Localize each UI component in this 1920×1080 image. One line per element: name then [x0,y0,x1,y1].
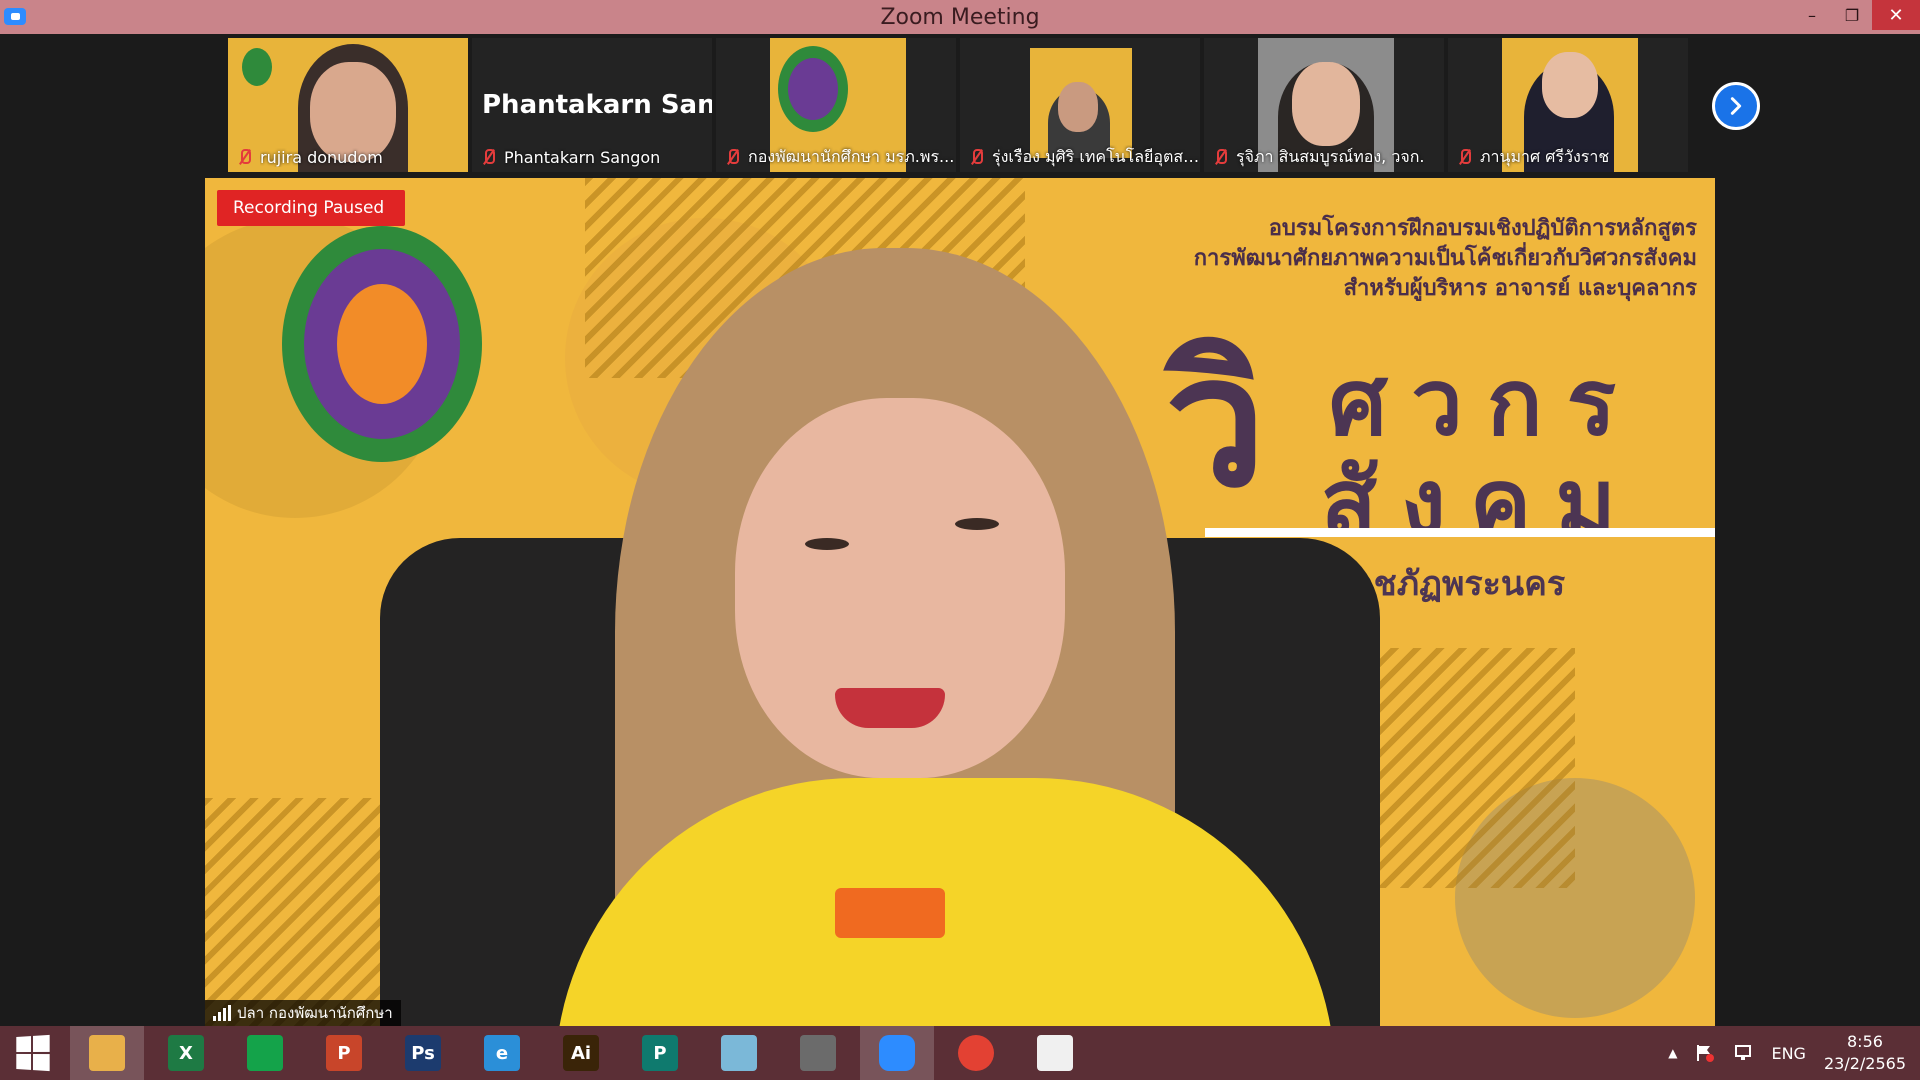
participant-name: รุ่งเรือง มุศิริ เทคโนโลยีอุตสา... [992,146,1200,166]
mic-muted-icon [1212,148,1228,166]
mic-muted-icon [236,148,252,166]
mic-muted-icon [1456,148,1472,166]
mic-muted-icon [724,148,740,166]
banner-text: อบรมโครงการฝึกอบรมเชิงปฏิบัติการหลักสูตร… [1194,214,1697,304]
mouth [835,688,945,728]
start-button[interactable] [0,1026,64,1080]
taskbar-app-internet-explorer[interactable]: e [465,1026,539,1080]
office-icon [1037,1035,1073,1071]
photoshop-icon: Ps [405,1035,441,1071]
participant-tile[interactable]: รุ่งเรือง มุศิริ เทคโนโลยีอุตสา... [960,38,1200,172]
publisher-icon: P [642,1035,678,1071]
participant-display-name: Phantakarn San... [482,90,712,120]
participant-name: rujira donudom [260,147,383,167]
clock[interactable]: 8:56 23/2/2565 [1824,1031,1906,1075]
recording-status-badge: Recording Paused [217,190,405,226]
participant-name: Phantakarn Sangon [504,147,661,167]
participant-tile[interactable]: Phantakarn San... Phantakarn Sangon [472,38,712,172]
taskbar: X P Ps e Ai P ▲ ENG 8:56 23/2/2565 [0,1026,1920,1080]
chevron-right-icon [1730,97,1742,115]
window-title: Zoom Meeting [880,4,1040,30]
participant-name: รุจิภา สินสมบูรณ์ทอง, วจก. [1236,146,1425,166]
close-button[interactable]: ✕ [1872,0,1920,30]
participant-name: ภานุมาศ ศรีวังราช [1480,146,1610,166]
active-speaker-name: ปลา กองพัฒนานักศึกษา [237,1004,393,1022]
zoom-icon [879,1035,915,1071]
taskbar-app-chrome[interactable] [939,1026,1013,1080]
taskbar-app-store[interactable] [228,1026,302,1080]
banner-line: สำหรับผู้บริหาร อาจารย์ และบุคลากร [1343,276,1697,301]
taskbar-app-notepad[interactable] [702,1026,776,1080]
mic-muted-icon [480,148,496,166]
show-hidden-icons-icon[interactable]: ▲ [1668,1046,1677,1060]
participant-tile[interactable]: rujira donudom [228,38,468,172]
notepad-icon [721,1035,757,1071]
taskbar-app-photoshop[interactable]: Ps [386,1026,460,1080]
next-page-button[interactable] [1712,82,1760,130]
powerpoint-icon: P [326,1035,362,1071]
action-center-flag-icon[interactable] [1695,1044,1715,1062]
active-speaker-video[interactable]: อบรมโครงการฝึกอบรมเชิงปฏิบัติการหลักสูตร… [205,178,1715,1026]
windows-logo-icon [16,1034,50,1072]
taskbar-app-zoom[interactable] [860,1026,934,1080]
divider [1205,528,1715,537]
chrome-icon [958,1035,994,1071]
active-speaker-label: ปลา กองพัฒนานักศึกษา [205,1000,401,1026]
store-icon [247,1035,283,1071]
taskbar-app-photoscape[interactable] [781,1026,855,1080]
participant-tile[interactable]: กองพัฒนานักศึกษา มรภ.พร... [716,38,956,172]
university-seal [282,226,482,462]
taskbar-app-illustrator[interactable]: Ai [544,1026,618,1080]
system-tray: ▲ ENG 8:56 23/2/2565 [1668,1026,1920,1080]
internet-explorer-icon: e [484,1035,520,1071]
network-icon[interactable] [1733,1044,1753,1062]
zoom-app-icon[interactable] [4,8,26,25]
banner-line: อบรมโครงการฝึกอบรมเชิงปฏิบัติการหลักสูตร [1268,216,1697,241]
input-language[interactable]: ENG [1771,1044,1805,1063]
mic-muted-icon [968,148,984,166]
signal-strength-icon [213,1005,231,1021]
file-explorer-icon [89,1035,125,1071]
minimize-button[interactable]: – [1792,0,1832,30]
collar [835,888,945,938]
participant-tile[interactable]: รุจิภา สินสมบูรณ์ทอง, วจก. [1204,38,1444,172]
window-controls: – ❐ ✕ [1792,0,1920,34]
banner-line: การพัฒนาศักยภาพความเป็นโค้ชเกี่ยวกับวิศว… [1193,246,1697,271]
restore-button[interactable]: ❐ [1832,0,1872,30]
excel-icon: X [168,1035,204,1071]
participant-name: กองพัฒนานักศึกษา มรภ.พร... [748,146,955,166]
photoscape-icon [800,1035,836,1071]
taskbar-app-powerpoint[interactable]: P [307,1026,381,1080]
title-bar: Zoom Meeting – ❐ ✕ [0,0,1920,34]
taskbar-app-excel[interactable]: X [149,1026,223,1080]
banner-title-line2: สังคม [1320,449,1640,556]
eye [955,518,999,530]
taskbar-app-office[interactable] [1018,1026,1092,1080]
taskbar-app-file-explorer[interactable] [70,1026,144,1080]
clock-time: 8:56 [1847,1032,1883,1051]
eye [805,538,849,550]
banner-title-prefix: วิ [1165,318,1267,527]
illustrator-icon: Ai [563,1035,599,1071]
taskbar-app-publisher[interactable]: P [623,1026,697,1080]
clock-date: 23/2/2565 [1823,1054,1906,1073]
participant-tile[interactable]: ภานุมาศ ศรีวังราช [1448,38,1688,172]
meeting-stage: rujira donudom Phantakarn San... Phantak… [0,34,1920,1026]
